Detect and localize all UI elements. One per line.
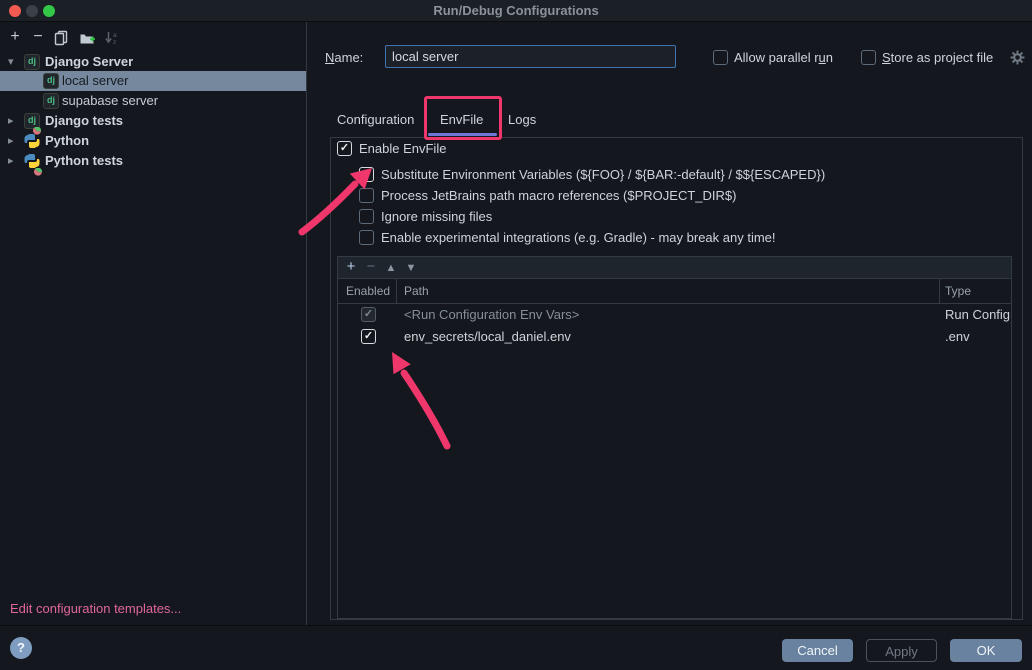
tree-item-label: Django Server <box>45 52 133 72</box>
experimental-integrations-label[interactable]: Enable experimental integrations (e.g. G… <box>381 229 776 246</box>
row-enabled-checkbox[interactable]: ✓ <box>361 329 376 344</box>
column-header-type[interactable]: Type <box>945 284 971 298</box>
check-icon: ✓ <box>362 308 375 320</box>
python-tests-icon <box>24 153 40 169</box>
sort-alphabetically-icon[interactable]: az <box>104 30 122 48</box>
tree-item-local-server[interactable]: dj local server <box>0 71 306 91</box>
allow-parallel-run-label[interactable]: Allow parallel run <box>734 49 833 66</box>
remove-configuration-icon[interactable]: − <box>29 29 47 47</box>
process-path-macro-label[interactable]: Process JetBrains path macro references … <box>381 187 736 204</box>
column-divider <box>396 279 397 303</box>
tree-item-label: supabase server <box>62 91 158 111</box>
copy-configuration-icon[interactable] <box>53 30 71 48</box>
apply-button[interactable]: Apply <box>866 639 937 662</box>
active-tab-indicator <box>428 133 497 136</box>
enable-envfile-checkbox[interactable]: ✓ <box>337 141 352 156</box>
tree-item-label: local server <box>62 71 128 91</box>
svg-text:a: a <box>113 32 117 39</box>
check-icon: ✓ <box>362 330 375 342</box>
check-icon: ✓ <box>338 142 351 154</box>
tree-item-label: Django tests <box>45 111 123 131</box>
edit-configuration-templates-link[interactable]: Edit configuration templates... <box>10 601 181 616</box>
window-title: Run/Debug Configurations <box>0 0 1032 22</box>
tree-item-label: Python <box>45 131 89 151</box>
row-enabled-checkbox: ✓ <box>361 307 376 322</box>
store-as-project-file-label[interactable]: Store as project file <box>882 49 993 66</box>
tree-item-django-tests[interactable]: ▸ dj Django tests <box>0 111 306 131</box>
add-configuration-icon[interactable]: + <box>6 29 24 47</box>
cancel-button[interactable]: Cancel <box>782 639 853 662</box>
name-input[interactable] <box>385 45 676 68</box>
tab-envfile[interactable]: EnvFile <box>440 108 483 132</box>
table-row[interactable]: ✓ <Run Configuration Env Vars> Run Confi… <box>338 304 1011 326</box>
column-divider <box>939 279 940 303</box>
column-header-enabled[interactable]: Enabled <box>346 284 390 298</box>
django-icon: dj <box>43 73 59 89</box>
tests-badge-icon <box>33 122 42 131</box>
svg-text:z: z <box>113 39 116 46</box>
django-icon: dj <box>24 54 40 70</box>
store-as-project-file-checkbox[interactable]: ✓ <box>861 50 876 65</box>
gear-icon[interactable] <box>1010 50 1025 68</box>
tree-item-django-server[interactable]: ▾ dj Django Server <box>0 52 306 72</box>
table-toolbar: + − ▲ ▼ <box>338 257 1011 279</box>
tree-item-label: Python tests <box>45 151 123 171</box>
add-env-file-icon[interactable]: + <box>343 259 359 275</box>
row-type: Run Config <box>945 307 1010 322</box>
ignore-missing-files-label[interactable]: Ignore missing files <box>381 208 492 225</box>
ok-button[interactable]: OK <box>950 639 1022 662</box>
tests-badge-icon <box>34 163 43 172</box>
column-header-path[interactable]: Path <box>404 284 429 298</box>
chevron-down-icon[interactable]: ▾ <box>8 52 20 72</box>
allow-parallel-run-checkbox[interactable]: ✓ <box>713 50 728 65</box>
move-up-icon[interactable]: ▲ <box>383 260 399 276</box>
move-down-icon[interactable]: ▼ <box>403 260 419 276</box>
help-button[interactable]: ? <box>10 637 32 659</box>
new-folder-icon[interactable] <box>79 30 97 48</box>
chevron-right-icon[interactable]: ▸ <box>8 131 20 151</box>
chevron-right-icon[interactable]: ▸ <box>8 151 20 171</box>
substitute-env-vars-label[interactable]: Substitute Environment Variables (${FOO}… <box>381 166 825 183</box>
table-row[interactable]: ✓ env_secrets/local_daniel.env .env <box>338 326 1011 348</box>
tree-item-python[interactable]: ▸ Python <box>0 131 306 151</box>
enable-envfile-label[interactable]: Enable EnvFile <box>359 140 446 157</box>
ignore-missing-files-checkbox[interactable]: ✓ <box>359 209 374 224</box>
row-path: <Run Configuration Env Vars> <box>404 307 579 322</box>
configurations-sidebar: + − az ▾ dj Django Server dj local serve… <box>0 22 307 625</box>
tree-item-python-tests[interactable]: ▸ Python tests <box>0 151 306 171</box>
check-icon: ✓ <box>360 168 373 180</box>
tab-configuration[interactable]: Configuration <box>337 108 414 132</box>
env-files-table: + − ▲ ▼ Enabled Path Type ✓ <Run Configu… <box>337 256 1012 619</box>
django-icon: dj <box>43 93 59 109</box>
row-path: env_secrets/local_daniel.env <box>404 329 571 344</box>
name-label: Name: <box>325 50 363 65</box>
python-icon <box>24 133 40 149</box>
experimental-integrations-checkbox[interactable]: ✓ <box>359 230 374 245</box>
process-path-macro-checkbox[interactable]: ✓ <box>359 188 374 203</box>
chevron-right-icon[interactable]: ▸ <box>8 111 20 131</box>
tab-logs[interactable]: Logs <box>508 108 536 132</box>
substitute-env-vars-checkbox[interactable]: ✓ <box>359 167 374 182</box>
remove-env-file-icon[interactable]: − <box>363 259 379 275</box>
tree-item-supabase-server[interactable]: dj supabase server <box>0 91 306 111</box>
row-type: .env <box>945 329 970 344</box>
